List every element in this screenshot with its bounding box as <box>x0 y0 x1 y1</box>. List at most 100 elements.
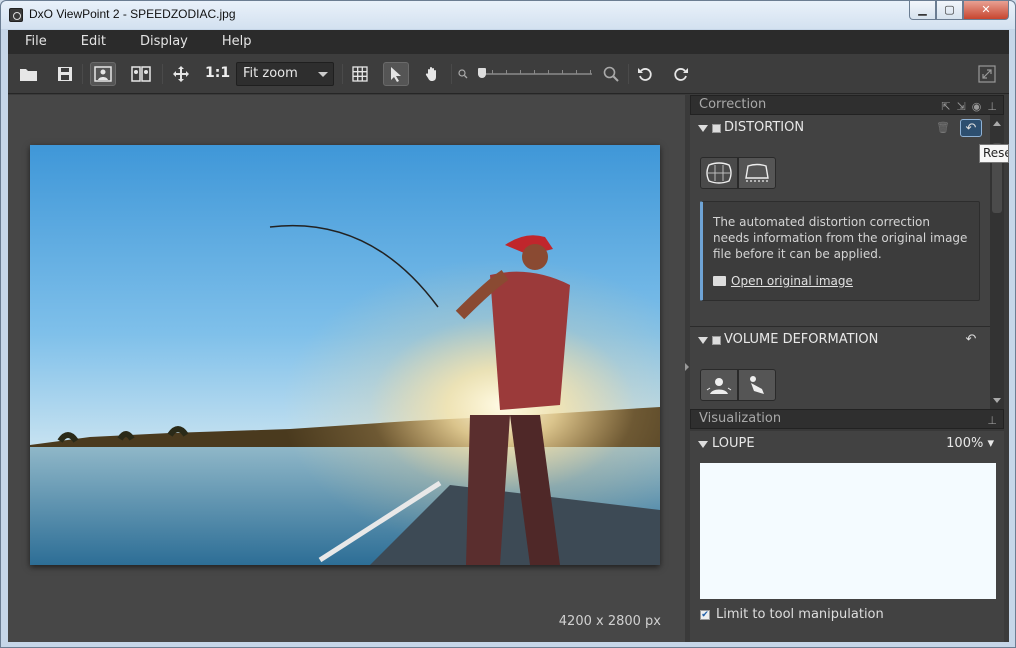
scroll-down-icon[interactable] <box>993 398 1001 403</box>
rotate-right-icon[interactable] <box>668 62 694 86</box>
toolbar-separator <box>342 64 343 84</box>
pin-icon[interactable]: ⊥ <box>987 98 997 116</box>
move-icon[interactable] <box>168 62 194 86</box>
anamorphic-distortion-icon[interactable] <box>738 157 776 189</box>
slider-tick <box>548 70 549 74</box>
zoom-slider-thumb[interactable] <box>478 68 486 78</box>
rotate-left-icon[interactable] <box>632 62 658 86</box>
chevron-down-icon <box>318 72 328 77</box>
slider-tick <box>576 70 577 74</box>
title-bar[interactable]: DxO ViewPoint 2 - SPEEDZODIAC.jpg ▁ ▢ ✕ <box>1 1 1015 29</box>
slider-tick <box>590 70 591 74</box>
menu-help[interactable]: Help <box>205 30 269 54</box>
distortion-mode-buttons <box>700 157 776 189</box>
menu-bar: File Edit Display Help <box>8 30 1009 54</box>
volume-reset-icon[interactable]: ↶ <box>960 331 982 349</box>
pointer-icon[interactable] <box>383 62 409 86</box>
toolbar-separator <box>162 64 163 84</box>
maximize-button[interactable]: ▢ <box>936 1 963 20</box>
compare-view-icon[interactable] <box>128 62 154 86</box>
distortion-enable-checkbox[interactable] <box>712 124 721 133</box>
import-icon[interactable]: ⇲ <box>957 98 966 116</box>
limit-label: Limit to tool manipulation <box>716 607 884 622</box>
open-folder-icon[interactable] <box>16 62 42 86</box>
chevron-right-icon[interactable] <box>685 363 689 371</box>
correction-header: Correction ⇱ ⇲ ◉ ⊥ <box>690 95 1004 115</box>
loupe-view <box>700 463 996 599</box>
correction-title: Correction <box>699 97 767 112</box>
visualization-header-icons: ⊥ <box>987 412 997 430</box>
zoom-dropdown[interactable]: Fit zoom <box>236 62 334 86</box>
app-window: DxO ViewPoint 2 - SPEEDZODIAC.jpg ▁ ▢ ✕ … <box>0 0 1016 648</box>
app-icon <box>9 8 23 22</box>
loupe-title: LOUPE <box>712 436 755 451</box>
loupe-zoom-value: 100% <box>946 436 984 451</box>
pin-icon[interactable]: ⊥ <box>987 412 997 430</box>
menu-file[interactable]: File <box>8 30 64 54</box>
zoom-slider[interactable] <box>478 68 592 80</box>
visualization-header: Visualization ⊥ <box>690 409 1004 429</box>
toolbar-separator <box>82 64 83 84</box>
hand-icon[interactable] <box>419 62 445 86</box>
distortion-info-box: The automated distortion correction need… <box>700 201 980 301</box>
single-view-icon[interactable] <box>90 62 116 86</box>
volume-header[interactable]: VOLUME DEFORMATION ↶ <box>690 327 990 353</box>
barrel-distortion-icon[interactable] <box>700 157 738 189</box>
loupe-header[interactable]: LOUPE 100% ▾ <box>690 431 1004 457</box>
window-controls: ▁ ▢ ✕ <box>909 1 1009 21</box>
expand-triangle-icon[interactable] <box>698 125 708 132</box>
loupe-zoom-dropdown[interactable]: 100% ▾ <box>946 431 994 457</box>
reset-all-icon[interactable]: ◉ <box>972 98 982 116</box>
toolbar-separator <box>451 64 452 84</box>
zoom-dropdown-value: Fit zoom <box>243 66 298 81</box>
zoom-slider-track <box>478 73 592 75</box>
loupe-section: LOUPE 100% ▾ ✔ Limit to tool manipulatio… <box>690 431 1004 642</box>
menu-edit[interactable]: Edit <box>64 30 123 54</box>
zoom-100-button[interactable]: 1:1 <box>205 65 230 81</box>
distortion-title: DISTORTION <box>724 120 805 135</box>
correction-header-icons: ⇱ ⇲ ◉ ⊥ <box>941 98 997 116</box>
scroll-up-icon[interactable] <box>993 121 1001 126</box>
reset-icon[interactable]: ↶ <box>960 119 982 137</box>
folder-icon <box>713 276 726 286</box>
window-title: DxO ViewPoint 2 - SPEEDZODIAC.jpg <box>29 7 236 21</box>
correction-tools: DISTORTION 🗑 ↶ The automated distortion … <box>690 115 990 409</box>
minimize-button[interactable]: ▁ <box>909 1 936 20</box>
reset-tooltip: Reset <box>979 144 1009 163</box>
right-panel: Correction ⇱ ⇲ ◉ ⊥ DISTORTION 🗑 ↶ The au… <box>690 95 1004 642</box>
slider-tick <box>506 70 507 74</box>
image-dimensions: 4200 x 2800 px <box>558 614 661 629</box>
toolbar: 1:1 Fit zoom <box>8 54 1009 94</box>
slider-tick <box>534 70 535 74</box>
volume-figure-icon[interactable] <box>738 369 776 401</box>
grid-icon[interactable] <box>347 62 373 86</box>
expand-triangle-icon[interactable] <box>698 441 708 448</box>
open-original-image-link[interactable]: Open original image <box>713 274 853 288</box>
trash-icon[interactable]: 🗑 <box>936 115 950 141</box>
fullscreen-icon[interactable] <box>974 62 1000 86</box>
close-button[interactable]: ✕ <box>963 1 1009 20</box>
export-icon[interactable]: ⇱ <box>941 98 950 116</box>
volume-portrait-icon[interactable] <box>700 369 738 401</box>
zoom-in-icon <box>598 62 624 86</box>
distortion-header[interactable]: DISTORTION 🗑 ↶ <box>690 115 990 141</box>
save-icon[interactable] <box>52 62 78 86</box>
limit-checkbox[interactable]: ✔ <box>700 610 710 620</box>
volume-enable-checkbox[interactable] <box>712 336 721 345</box>
photo-preview[interactable] <box>30 145 660 565</box>
slider-tick <box>492 70 493 74</box>
menu-display[interactable]: Display <box>123 30 205 54</box>
volume-title: VOLUME DEFORMATION <box>724 332 879 347</box>
limit-to-tool-option[interactable]: ✔ Limit to tool manipulation <box>700 607 884 623</box>
client-area: File Edit Display Help 1:1 Fit zoom 4200… <box>8 30 1009 642</box>
image-viewer[interactable]: 4200 x 2800 px <box>8 95 685 642</box>
expand-triangle-icon[interactable] <box>698 337 708 344</box>
volume-mode-buttons <box>700 369 776 401</box>
toolbar-separator <box>628 64 629 84</box>
zoom-out-icon <box>456 62 470 86</box>
slider-tick <box>562 70 563 74</box>
open-original-image-label: Open original image <box>731 274 853 288</box>
visualization-title: Visualization <box>699 411 782 426</box>
slider-tick <box>520 70 521 74</box>
distortion-info-message: The automated distortion correction need… <box>713 215 968 261</box>
